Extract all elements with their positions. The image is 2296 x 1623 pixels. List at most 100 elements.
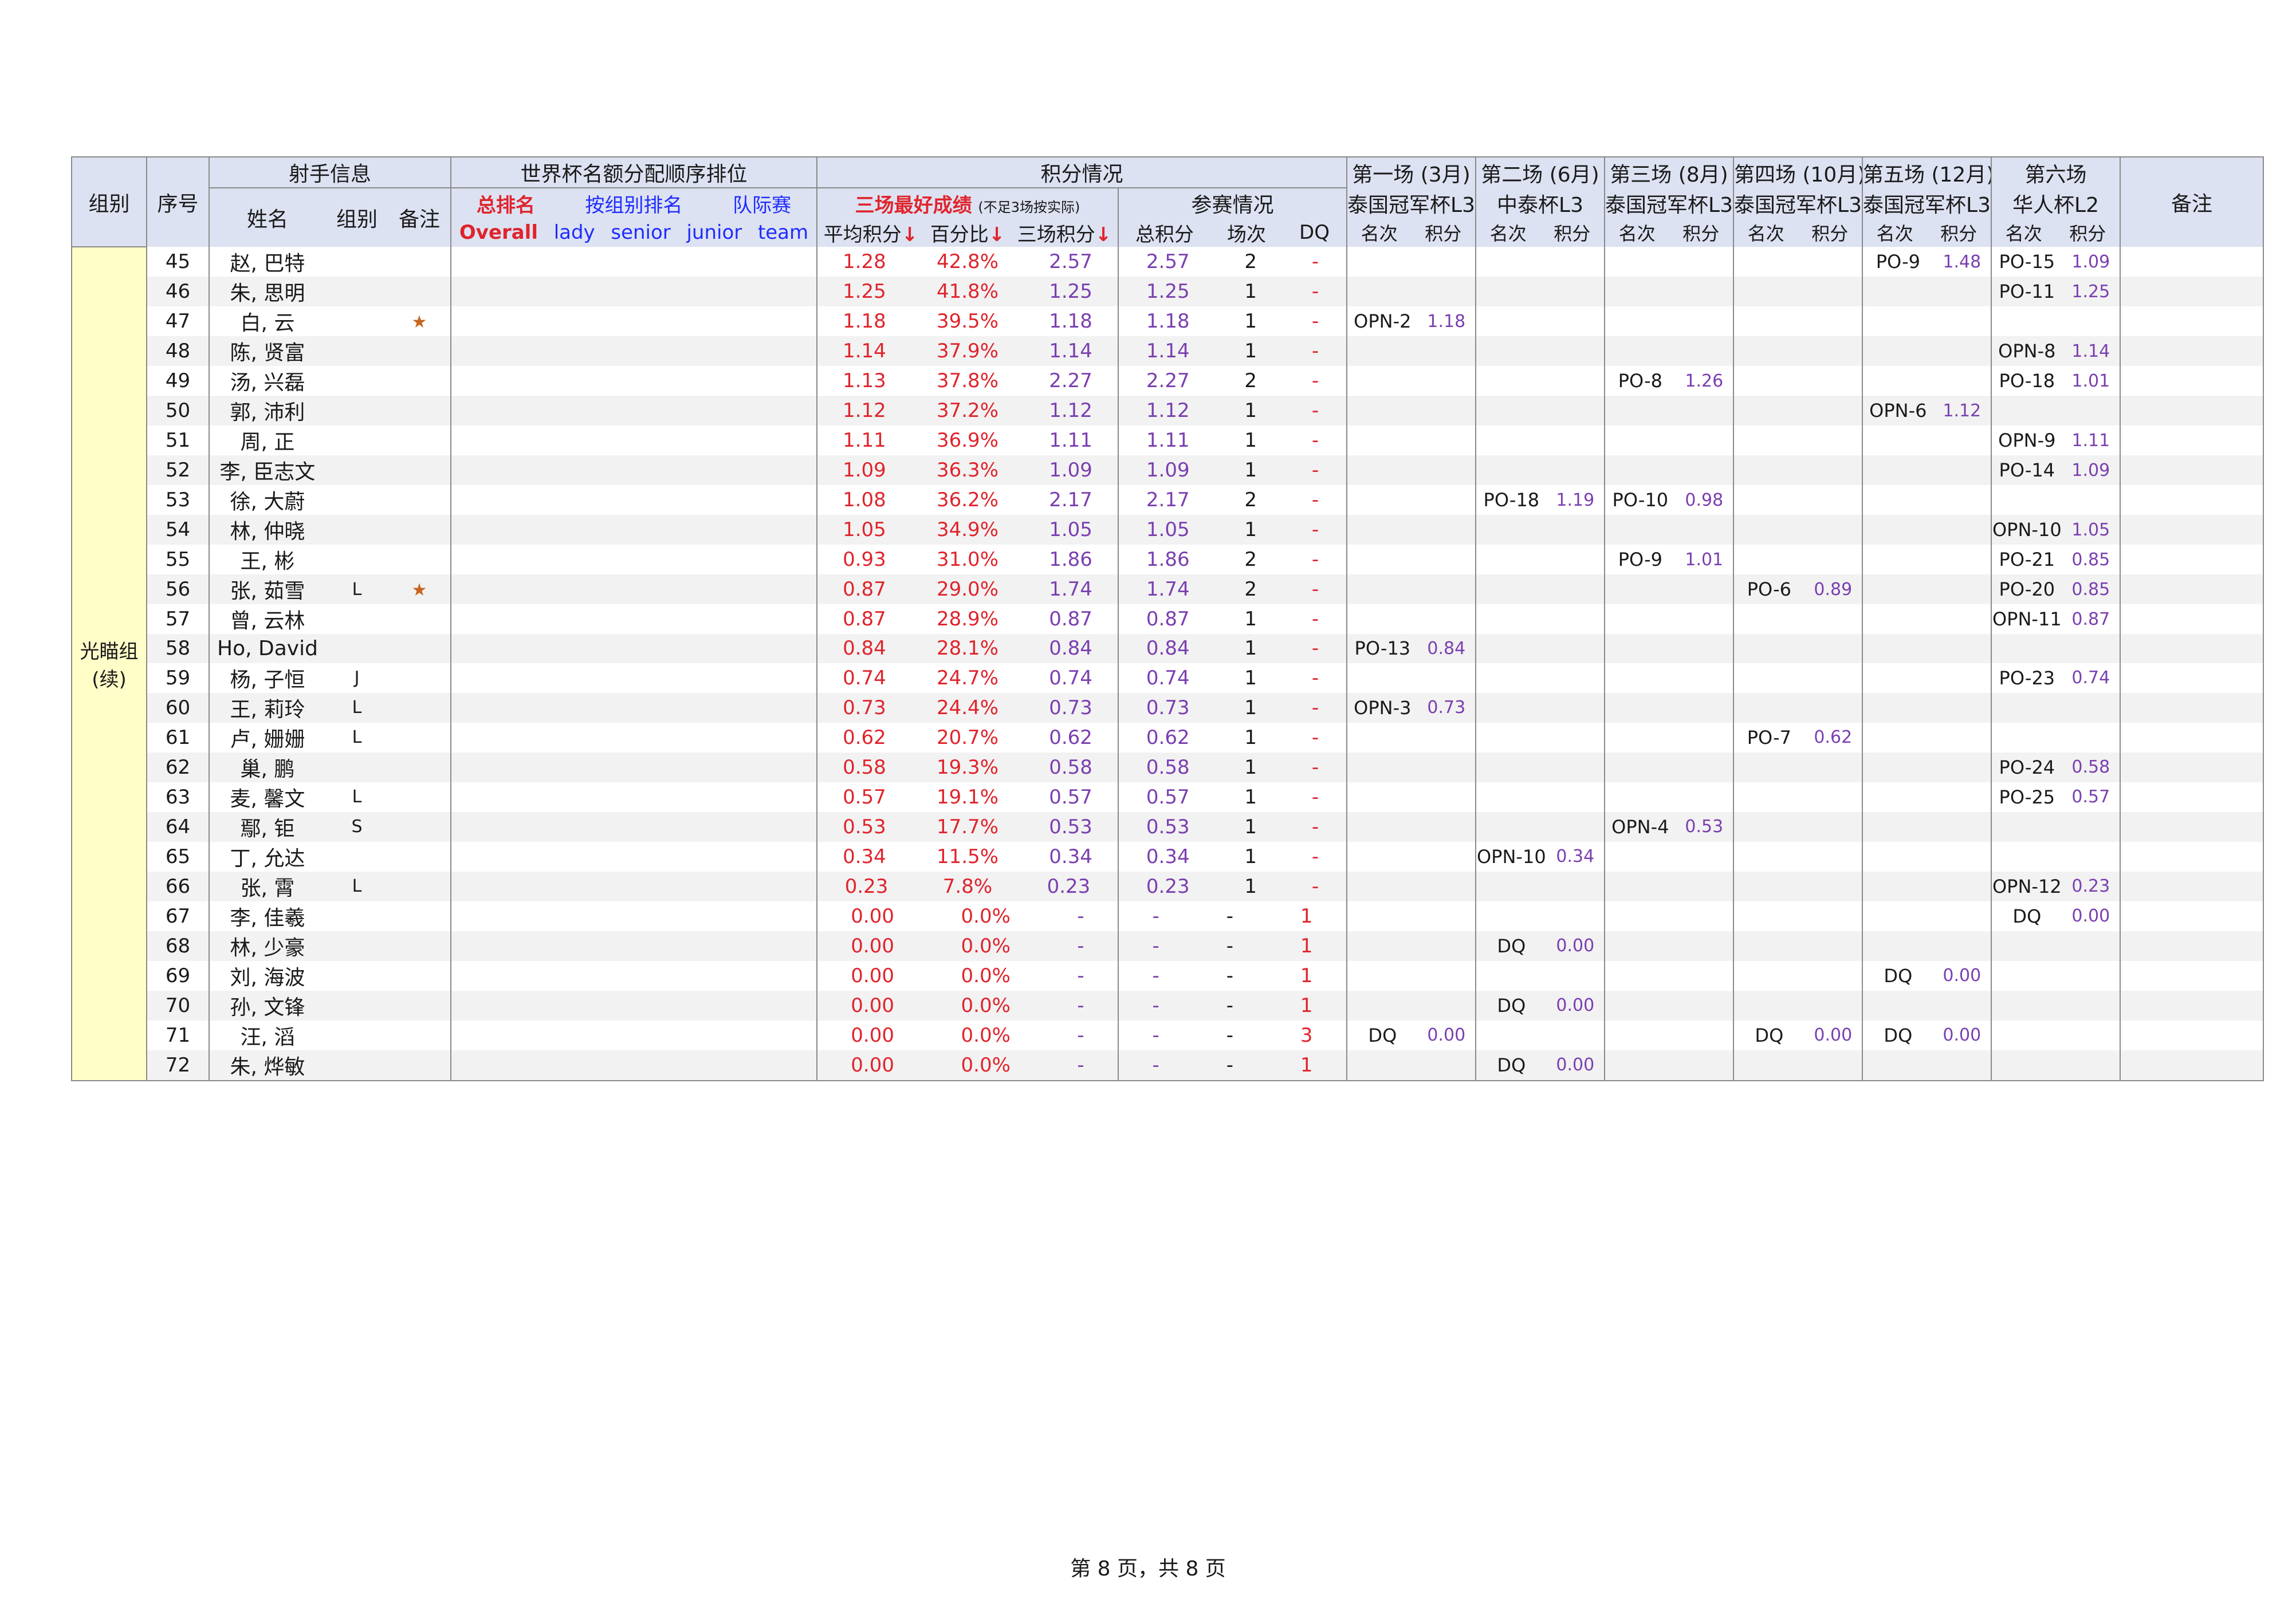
avg-cell: 1.05 bbox=[843, 518, 886, 541]
games-cell: 1 bbox=[1244, 518, 1257, 541]
games-cell: - bbox=[1226, 1023, 1233, 1047]
pct-cell: 19.1% bbox=[936, 785, 998, 809]
games-cell: 1 bbox=[1244, 845, 1257, 868]
seq-cell: 64 bbox=[147, 811, 210, 842]
avg-cell: 0.00 bbox=[851, 1053, 894, 1077]
three-cell: 1.86 bbox=[1049, 548, 1092, 571]
world-cup-cell bbox=[451, 485, 817, 515]
three-cell: 0.57 bbox=[1049, 785, 1092, 809]
event-rank-cell: PO-20 bbox=[1999, 578, 2055, 600]
three-cell: - bbox=[1077, 934, 1084, 958]
seq-cell: 51 bbox=[147, 426, 210, 455]
remark-cell bbox=[2120, 960, 2264, 991]
dq-cell: 1 bbox=[1300, 994, 1313, 1017]
name-cell: 林, 仲晓 bbox=[209, 515, 325, 545]
event-rank-cell: OPN-11 bbox=[1992, 608, 2062, 630]
pct-cell: 17.7% bbox=[936, 815, 998, 838]
pct-cell: 0.0% bbox=[961, 904, 1011, 928]
world-cup-cell bbox=[451, 515, 817, 545]
pct-cell: 11.5% bbox=[936, 845, 998, 868]
seq-cell: 47 bbox=[147, 306, 210, 336]
event-rank-cell: PO-9 bbox=[1618, 549, 1662, 570]
world-cup-cell bbox=[451, 960, 817, 991]
table-row: 46 朱, 思明 1.25 41.8% 1.25 1.25 1 - PO-11 1.25 bbox=[72, 277, 2264, 306]
three-label: 三场积分 bbox=[1017, 223, 1095, 246]
total-cell: - bbox=[1152, 1023, 1159, 1047]
three-cell: 1.05 bbox=[1049, 518, 1092, 541]
score-label: 积分 bbox=[1811, 223, 1849, 245]
total-cell: - bbox=[1152, 964, 1159, 987]
pct-cell: 36.9% bbox=[936, 429, 998, 452]
three-cell: - bbox=[1077, 964, 1084, 987]
pct-cell: 0.0% bbox=[961, 1053, 1011, 1077]
seq-cell: 72 bbox=[147, 1050, 210, 1081]
table-row: 61 卢, 姗姗 L 0.62 20.7% 0.62 0.62 1 - PO-7 0.62 bbox=[72, 722, 2264, 753]
by-group-cn-label: 按组别排名 bbox=[585, 194, 683, 217]
name-cell: 杨, 子恒 bbox=[230, 668, 305, 692]
world-cup-cell bbox=[451, 931, 817, 961]
name-cell: 林, 少豪 bbox=[209, 931, 325, 961]
overall-en-label: Overall bbox=[459, 221, 538, 244]
event-rank-cell: DQ bbox=[1497, 935, 1526, 957]
group-code-cell bbox=[325, 247, 388, 277]
remark-cell bbox=[2120, 247, 2264, 277]
three-cell: 0.87 bbox=[1049, 608, 1092, 631]
event-3-title: 第三场 (8月) bbox=[1605, 156, 1735, 188]
group-code-cell bbox=[325, 426, 388, 455]
group-code-cell bbox=[325, 634, 388, 663]
table-row: 54 林, 仲晓 1.05 34.9% 1.05 1.05 1 - OPN-10 1.05 bbox=[72, 515, 2264, 545]
pct-label: 百分比 bbox=[930, 223, 989, 246]
world-cup-cell bbox=[451, 841, 817, 872]
event-score-cell: 1.01 bbox=[1685, 549, 1724, 570]
three-cell: 0.74 bbox=[1049, 666, 1092, 690]
seq-cell: 53 bbox=[147, 485, 210, 515]
name-cell: 张, 霄 bbox=[209, 871, 325, 901]
total-cell: - bbox=[1152, 934, 1159, 958]
table-row: 67 李, 佳羲 0.00 0.0% - - - 1 DQ 0.00 bbox=[72, 901, 2264, 931]
world-cup-cell bbox=[451, 752, 817, 782]
event-4-title: 第四场 (10月) bbox=[1733, 156, 1863, 188]
group-code-cell bbox=[325, 842, 388, 872]
header-world-cup: 世界杯名额分配顺序排位 bbox=[451, 156, 817, 188]
dq-cell: 1 bbox=[1300, 934, 1313, 958]
dq-cell: - bbox=[1311, 369, 1319, 392]
total-cell: 0.23 bbox=[1146, 874, 1190, 898]
dq-cell: - bbox=[1311, 785, 1319, 809]
event-rank-cell: OPN-12 bbox=[1992, 875, 2062, 897]
name-cell: Ho, David bbox=[209, 634, 325, 663]
world-cup-cell bbox=[451, 277, 817, 306]
three-cell: - bbox=[1077, 904, 1084, 928]
remark-cell bbox=[2120, 1020, 2264, 1050]
event-score-cell: 0.89 bbox=[1814, 579, 1853, 600]
rank-label: 名次 bbox=[1361, 223, 1398, 245]
event-score-cell: 0.73 bbox=[1427, 698, 1466, 718]
world-cup-cell bbox=[451, 663, 817, 693]
rank-label: 名次 bbox=[1489, 223, 1527, 245]
pct-cell: 0.0% bbox=[961, 964, 1011, 987]
event-1-name: 泰国冠军杯L3 bbox=[1347, 188, 1477, 218]
three-cell: 0.53 bbox=[1049, 815, 1092, 838]
games-cell: 1 bbox=[1244, 280, 1257, 303]
remark-cell bbox=[2120, 485, 2264, 515]
event-rank-cell: OPN-6 bbox=[1869, 400, 1927, 421]
name-cell: 赵, 巴特 bbox=[230, 252, 305, 275]
avg-cell: 0.57 bbox=[843, 785, 886, 809]
total-cell: 1.09 bbox=[1146, 459, 1190, 482]
table-row: 60 王, 莉玲 L 0.73 24.4% 0.73 0.73 1 - OPN-3 0.73 bbox=[72, 692, 2264, 723]
event-score-cell: 1.11 bbox=[2071, 430, 2110, 451]
group-code-cell: L bbox=[352, 787, 362, 807]
pct-cell: 41.8% bbox=[936, 280, 998, 303]
total-cell: 0.58 bbox=[1146, 755, 1190, 779]
event-score-cell: 0.87 bbox=[2071, 609, 2110, 629]
event-score-cell: 0.00 bbox=[1943, 1025, 1982, 1046]
event-score-cell: 1.09 bbox=[2071, 460, 2110, 480]
event-score-cell: 0.23 bbox=[2071, 876, 2110, 897]
games-cell: 1 bbox=[1244, 696, 1257, 719]
team-cn-label: 队际赛 bbox=[733, 194, 792, 217]
event-rank-cell: DQ bbox=[1884, 1024, 1913, 1046]
total-cell: 0.53 bbox=[1146, 815, 1190, 838]
group-code-cell: L bbox=[325, 574, 388, 604]
dq-cell: 1 bbox=[1300, 904, 1313, 928]
best3-note: (不足3场按实际) bbox=[978, 199, 1080, 215]
remark-cell bbox=[2120, 515, 2264, 545]
